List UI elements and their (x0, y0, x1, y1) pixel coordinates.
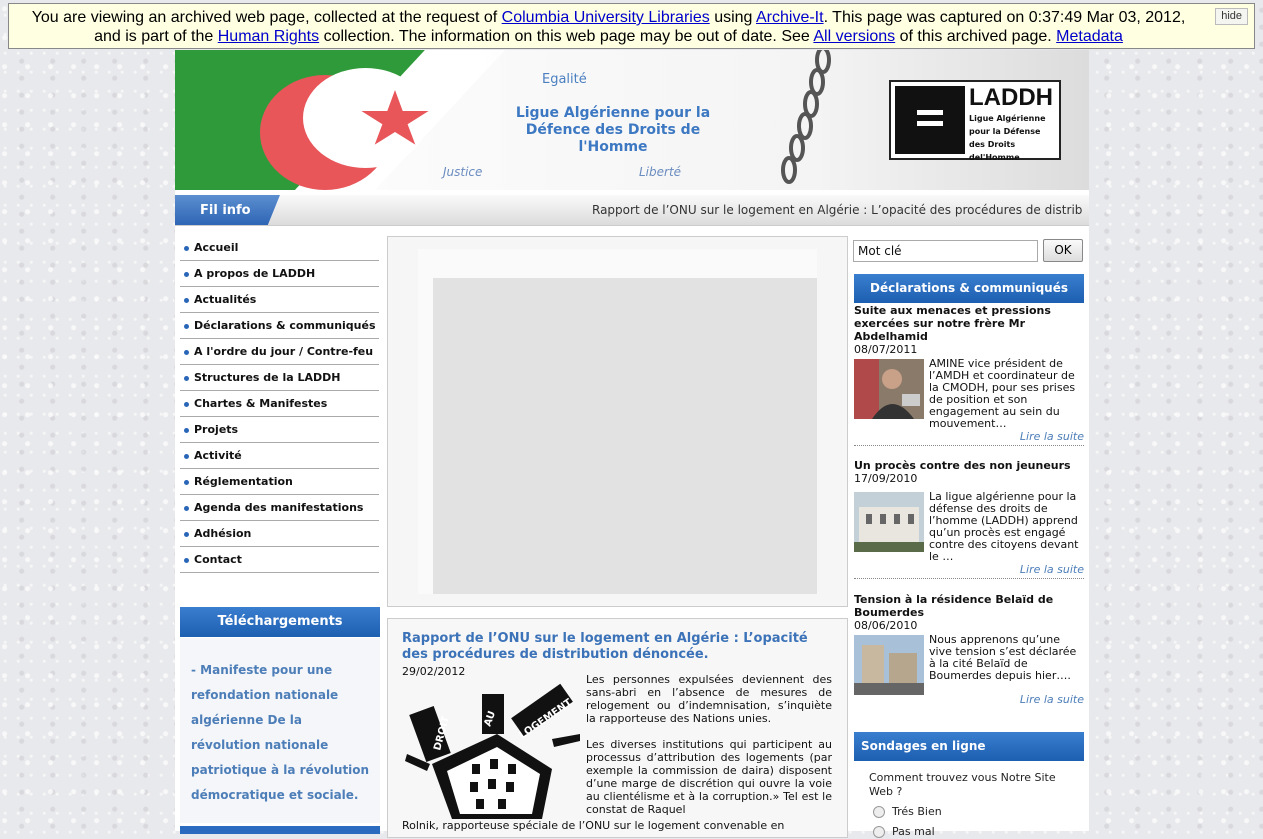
poll-question: Comment trouvez vous Notre Site Web ? (869, 771, 1056, 798)
banner-text-2: using (714, 9, 753, 26)
header-title: Ligue Algérienne pour la Défence des Dro… (515, 105, 711, 155)
nav-item-contact[interactable]: Contact (180, 547, 379, 573)
nav-item-a-propos[interactable]: A propos de LADDH (180, 261, 379, 287)
nav-item-ordre-du-jour[interactable]: A l'ordre du jour / Contre-feu (180, 339, 379, 365)
nav-item-activite[interactable]: Activité (180, 443, 379, 469)
banner-text-5: of this archived page. (899, 28, 1052, 45)
header-egalite: Egalité (542, 72, 587, 87)
news-item: Suite aux menaces et pressions exercées … (854, 304, 1084, 446)
radio-button[interactable] (873, 806, 885, 818)
main-nav: Accueil A propos de LADDH Actualités Déc… (180, 235, 379, 573)
archive-banner: You are viewing an archived web page, co… (8, 3, 1255, 49)
nav-item-accueil[interactable]: Accueil (180, 235, 379, 261)
read-more-link[interactable]: Lire la suite (854, 563, 1084, 579)
archive-it-link[interactable]: Archive-It (756, 9, 824, 26)
radio-button[interactable] (873, 826, 885, 838)
house-icon: DROIT AU LOGEMENT (405, 683, 580, 819)
article-excerpt: Les personnes expulsées deviennent des s… (586, 673, 832, 829)
search-input[interactable] (853, 240, 1038, 262)
logo-title: LADDH (969, 84, 1053, 111)
news-date: 17/09/2010 (854, 472, 918, 485)
fil-info-label: Fil info (175, 195, 280, 225)
poll-option[interactable]: Trés Bien (869, 805, 1069, 819)
polls-heading: Sondages en ligne (854, 732, 1084, 761)
news-excerpt: Nous apprenons qu’une vive tension s’est… (929, 633, 1077, 682)
read-more-link[interactable]: Lire la suite (854, 430, 1084, 446)
site-header: Egalité Ligue Algérienne pour la Défence… (175, 50, 1089, 190)
nav-item-actualites[interactable]: Actualités (180, 287, 379, 313)
declarations-heading: Déclarations & communiqués (854, 274, 1084, 303)
all-versions-link[interactable]: All versions (813, 28, 895, 45)
poll-option[interactable]: Pas mal (869, 825, 1069, 839)
fil-info-bar: Fil info Rapport de l’ONU sur le logemen… (175, 195, 1089, 226)
banner-text-1: You are viewing an archived web page, co… (31, 9, 498, 26)
slider-image-placeholder (433, 278, 817, 594)
article-paragraph-1: Les personnes expulsées deviennent des s… (586, 673, 832, 725)
nav-item-structures[interactable]: Structures de la LADDH (180, 365, 379, 391)
equals-icon (895, 86, 965, 154)
laddh-logo: LADDH Ligue Algérienne pour la Défense d… (889, 80, 1061, 162)
news-excerpt: La ligue algérienne pour la défense des … (929, 490, 1079, 563)
manifeste-link[interactable]: - Manifeste pour une refondation nationa… (191, 663, 369, 802)
news-ticker[interactable]: Rapport de l’ONU sur le logement en Algé… (592, 195, 1082, 225)
columbia-link[interactable]: Columbia University Libraries (502, 9, 710, 26)
hide-banner-button[interactable]: hide (1215, 8, 1248, 25)
header-justice: Justice (443, 165, 483, 179)
image-slider[interactable] (387, 236, 848, 607)
page-container: Egalité Ligue Algérienne pour la Défence… (175, 50, 1089, 838)
nav-item-declarations[interactable]: Déclarations & communiqués (180, 313, 379, 339)
header-liberte: Liberté (639, 165, 682, 179)
news-thumbnail (854, 635, 924, 695)
banner-text-4: collection. The information on this web … (323, 28, 810, 45)
downloads-heading: Téléchargements (180, 607, 380, 637)
featured-article: Rapport de l’ONU sur le logement en Algé… (387, 618, 848, 838)
news-title[interactable]: Suite aux menaces et pressions exercées … (854, 304, 1084, 343)
nav-item-reglementation[interactable]: Réglementation (180, 469, 379, 495)
news-title[interactable]: Tension à la résidence Belaïd de Boumerd… (854, 593, 1084, 619)
news-date: 08/07/2011 (854, 343, 918, 356)
article-paragraph-2: Les diverses institutions qui participen… (586, 738, 832, 816)
logo-subtitle: Ligue Algérienne pour la Défense des Dro… (969, 114, 1046, 162)
search-ok-button[interactable]: OK (1043, 239, 1083, 262)
next-panel-heading (180, 826, 380, 834)
news-item: Tension à la résidence Belaïd de Boumerd… (854, 593, 1084, 708)
human-rights-link[interactable]: Human Rights (218, 28, 319, 45)
nav-item-chartes[interactable]: Chartes & Manifestes (180, 391, 379, 417)
read-more-link[interactable]: Lire la suite (854, 693, 1084, 708)
news-thumbnail (854, 359, 924, 419)
nav-item-projets[interactable]: Projets (180, 417, 379, 443)
nav-item-adhesion[interactable]: Adhésion (180, 521, 379, 547)
news-excerpt: AMINE vice président de l’AMDH et coordi… (929, 357, 1076, 430)
metadata-link[interactable]: Metadata (1056, 28, 1123, 45)
poll-option-label: Pas mal (892, 825, 935, 838)
news-title[interactable]: Un procès contre des non jeuneurs (854, 459, 1084, 472)
news-date: 08/06/2010 (854, 619, 918, 632)
poll-option-label: Trés Bien (892, 805, 942, 818)
poll-panel: Comment trouvez vous Notre Site Web ? Tr… (854, 763, 1084, 838)
nav-item-agenda[interactable]: Agenda des manifestations (180, 495, 379, 521)
news-item: Un procès contre des non jeuneurs 17/09/… (854, 459, 1084, 579)
downloads-panel: - Manifeste pour une refondation nationa… (180, 638, 380, 823)
article-title[interactable]: Rapport de l’ONU sur le logement en Algé… (402, 631, 833, 663)
chain-icon (781, 50, 831, 184)
article-paragraph-3: Rolnik, rapporteuse spéciale de l’ONU su… (402, 819, 785, 832)
news-thumbnail (854, 492, 924, 552)
